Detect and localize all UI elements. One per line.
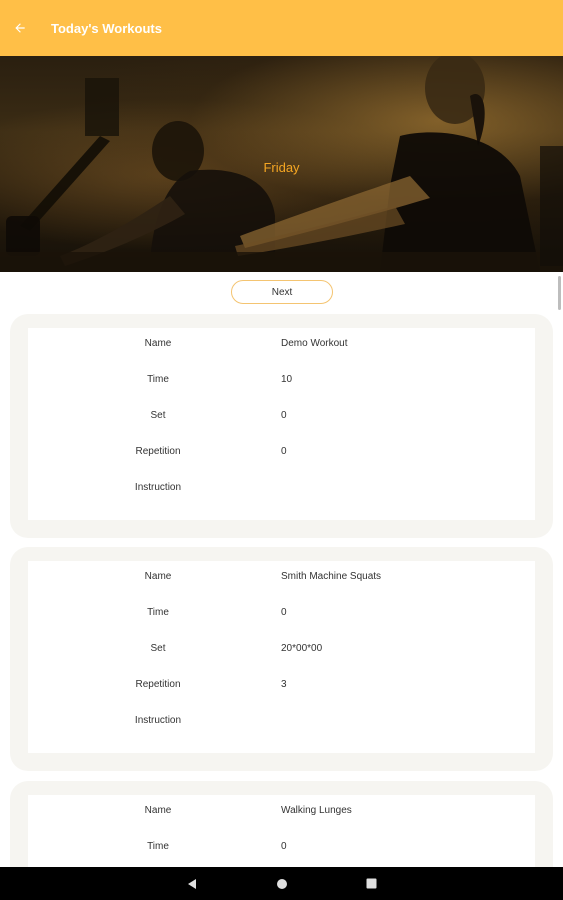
time-value: 0 — [281, 607, 287, 618]
scrollbar-thumb[interactable] — [558, 276, 561, 310]
nav-recents-button[interactable] — [327, 878, 417, 889]
workout-details: Name Demo Workout Time 10 Set 0 Repetiti… — [28, 328, 535, 520]
row-repetition: Repetition 0 — [28, 436, 535, 472]
name-label: Name — [144, 805, 172, 816]
row-instruction: Instruction — [28, 472, 535, 508]
hero-banner: Friday — [0, 56, 563, 272]
nav-home-icon — [276, 878, 287, 889]
nav-back-button[interactable] — [147, 878, 237, 890]
repetition-value: 3 — [281, 679, 287, 690]
arrow-back-icon — [15, 23, 25, 33]
nav-home-button[interactable] — [237, 878, 327, 890]
set-label: Set — [150, 410, 166, 421]
system-nav-bar — [0, 867, 563, 900]
instruction-label: Instruction — [134, 715, 182, 726]
repetition-label: Repetition — [135, 446, 181, 457]
row-time: Time 10 — [28, 364, 535, 400]
name-value: Demo Workout — [281, 338, 348, 349]
repetition-label: Repetition — [135, 679, 181, 690]
name-label: Name — [144, 338, 172, 349]
workout-details: Name Smith Machine Squats Time 0 Set 20*… — [28, 561, 535, 753]
repetition-value: 0 — [281, 446, 287, 457]
set-value: 0 — [281, 410, 287, 421]
name-value: Smith Machine Squats — [281, 571, 382, 582]
row-repetition: Repetition 3 — [28, 669, 535, 705]
workout-card: Name Demo Workout Time 10 Set 0 Repetiti… — [10, 314, 553, 538]
set-label: Set — [150, 643, 166, 654]
day-label: Friday — [263, 160, 300, 175]
row-name: Name Walking Lunges — [28, 795, 535, 831]
instruction-label: Instruction — [134, 482, 182, 493]
row-instruction: Instruction — [28, 705, 535, 741]
time-label: Time — [147, 607, 169, 618]
row-set: Set 20*00*00 — [28, 633, 535, 669]
row-set: Set 0 — [28, 400, 535, 436]
app-bar: Today's Workouts — [0, 0, 563, 56]
nav-back-icon — [187, 878, 196, 889]
name-value: Walking Lunges — [281, 805, 352, 816]
row-time: Time 0 — [28, 831, 535, 867]
nav-recents-icon — [366, 878, 377, 889]
name-label: Name — [144, 571, 172, 582]
row-name: Name Demo Workout — [28, 328, 535, 364]
row-name: Name Smith Machine Squats — [28, 561, 535, 597]
page-title: Today's Workouts — [51, 20, 162, 36]
back-button[interactable] — [0, 0, 40, 56]
set-value: 20*00*00 — [281, 643, 323, 654]
time-value: 0 — [281, 841, 287, 852]
time-label: Time — [147, 374, 169, 385]
time-value: 10 — [281, 374, 293, 385]
next-button[interactable]: Next — [231, 280, 333, 304]
row-time: Time 0 — [28, 597, 535, 633]
time-label: Time — [147, 841, 169, 852]
workout-card: Name Smith Machine Squats Time 0 Set 20*… — [10, 547, 553, 771]
